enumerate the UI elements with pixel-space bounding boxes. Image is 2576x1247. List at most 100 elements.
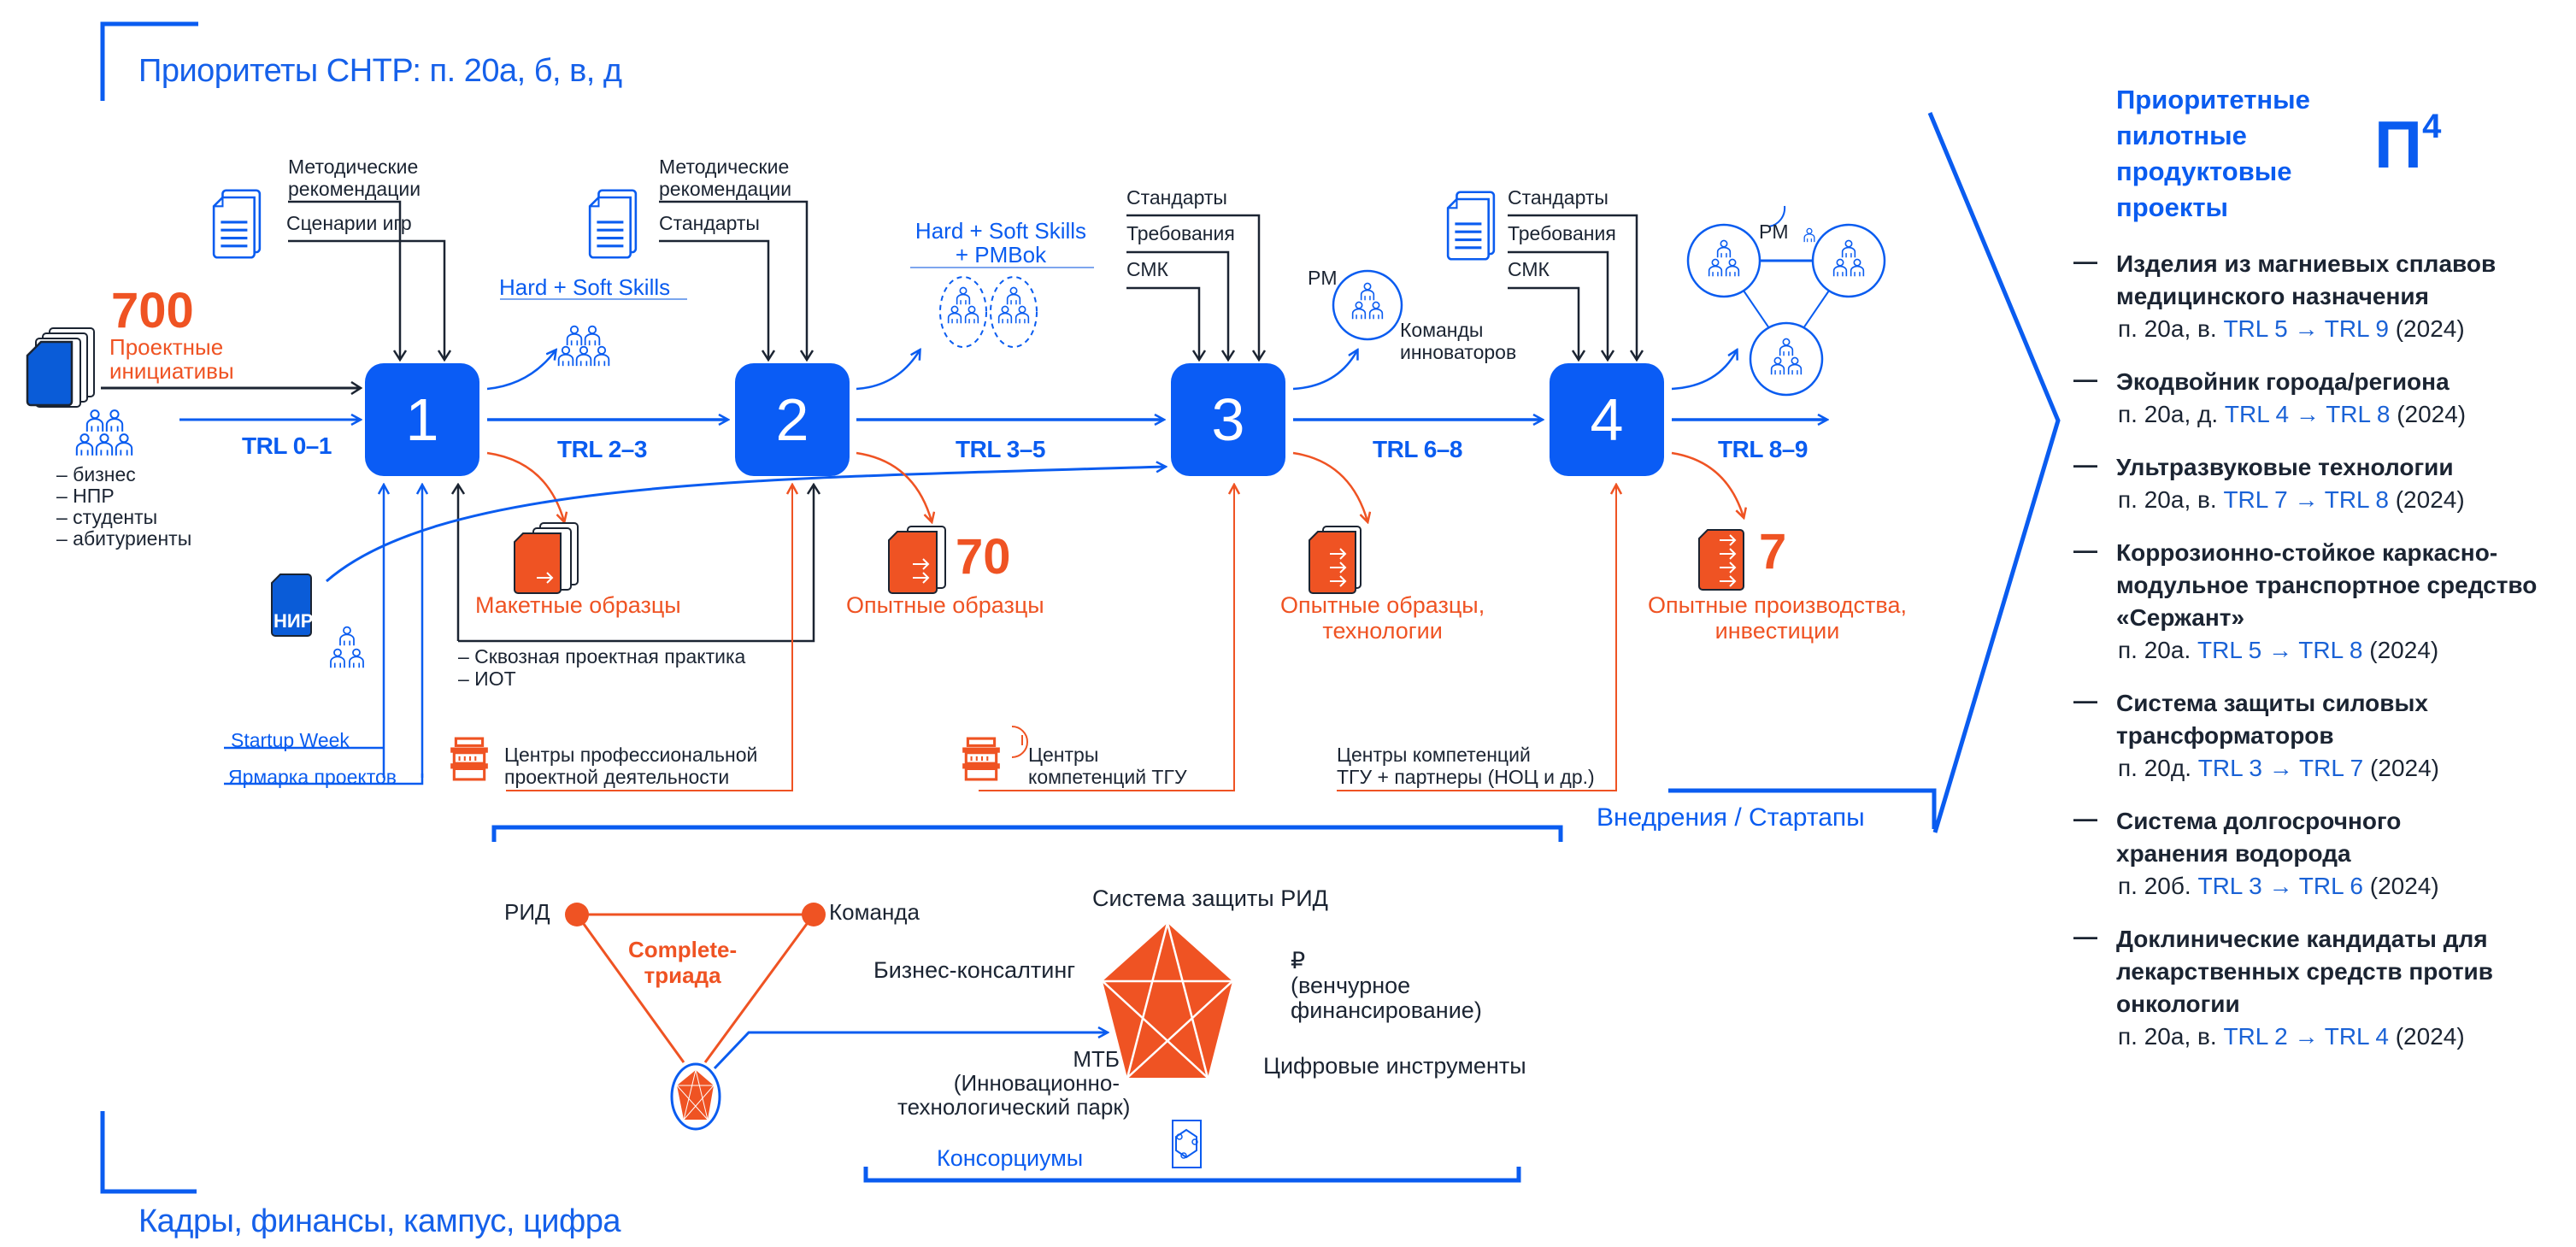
trl-to: TRL 8 (2298, 637, 2363, 663)
ref-clause: п. 20а, в. (2118, 1023, 2217, 1050)
stage-3-teams: Команды инноваторов (1400, 319, 1516, 363)
stage-2-center-line2: компетенций ТГУ (1028, 766, 1187, 788)
stage-2-input-methodical: Методические рекомендации (659, 156, 791, 200)
stage-4-output-line2: инвестиции (1714, 618, 1840, 644)
capabilities-pentagon (1099, 919, 1236, 1081)
pentagon-mtb-line3: технологический парк) (897, 1094, 1131, 1120)
stage-1-center-line1: Центры профессиональной (504, 744, 758, 766)
stage-2-input-line1: Методические (659, 156, 790, 178)
stage-3-output: Опытные образцы, технологии (1280, 592, 1485, 644)
participant-applicants: – абитуриенты (56, 527, 192, 550)
stage-1-support-iot: – ИОТ (458, 668, 516, 690)
list-dash: — (2073, 248, 2097, 274)
pentagon-mtb-line2: (Инновационно- (953, 1070, 1120, 1096)
trl-to: TRL 8 (2324, 486, 2389, 513)
initiatives-label-line1: Проектные (109, 334, 224, 360)
list-dash: — (2073, 366, 2097, 392)
arrow-right-icon: → (2294, 315, 2319, 342)
stage-2-output-count: 70 (956, 529, 1011, 585)
ref-clause: п. 20а, д. (2118, 401, 2219, 427)
arrow-right-icon: → (2268, 755, 2293, 781)
right-panel-title-line3: продуктовые (2116, 156, 2292, 186)
right-panel-title-line4: проекты (2116, 192, 2229, 222)
stage-2-skills-line1: Hard + Soft Skills (915, 218, 1087, 244)
year: (2024) (2395, 1023, 2465, 1050)
pentagon-label-venture: ₽ (венчурное финансирование) (1291, 949, 1482, 1023)
arrow-right-icon: → (2294, 486, 2319, 513)
year: (2024) (2395, 486, 2465, 513)
list-item: — Доклинические кандидаты для лекарствен… (2073, 923, 2569, 1053)
p4-badge: П4 (2374, 106, 2441, 184)
ref-clause: п. 20а, в. (2118, 486, 2217, 513)
stage-1-skills: Hard + Soft Skills (499, 274, 671, 300)
startup-week-link[interactable]: Startup Week (231, 729, 350, 752)
triad-vertex-rid: РИД (504, 899, 550, 925)
ref-clause: п. 20б. (2118, 873, 2191, 899)
ref-clause: п. 20д. (2118, 755, 2191, 781)
pilot-projects-list: — Изделия из магниевых сплавов медицинск… (2073, 248, 2569, 1073)
stage-4-box[interactable]: 4 (1550, 363, 1664, 476)
bottom-title: Кадры, финансы, кампус, цифра (138, 1203, 621, 1239)
list-dash: — (2073, 687, 2097, 714)
list-item: — Коррозионно-стойкое каркасно-модульное… (2073, 537, 2569, 667)
mockup-docs-icon (514, 522, 579, 594)
trl-to: TRL 6 (2298, 873, 2363, 899)
list-item: — Ультразвуковые технологии п. 20а, в. T… (2073, 451, 2569, 516)
stage-1-box[interactable]: 1 (365, 363, 479, 476)
trl-from: TRL 3 (2197, 873, 2262, 899)
project-ref: п. 20а, в. TRL 5 → TRL 9 (2024) (2118, 313, 2569, 345)
stage-1-output: Макетные образцы (475, 592, 681, 618)
top-title: Приоритеты СНТР: п. 20а, б, в, д (138, 53, 622, 89)
trl-from: TRL 5 (2197, 637, 2262, 663)
stage-2-center-line1: Центры (1028, 744, 1099, 766)
pentagon-venture-line2: финансирование) (1291, 997, 1482, 1023)
tech-docs-icon (1309, 526, 1362, 594)
year: (2024) (2397, 401, 2467, 427)
stage-4-pm-label: PM (1759, 221, 1789, 243)
trl-label-8-9: TRL 8–9 (1718, 436, 1808, 462)
initiatives-label-line2: инициативы (109, 358, 234, 384)
stage-2-skills-line2: + PMBok (955, 242, 1047, 268)
right-panel-title-line2: пилотные (2116, 121, 2247, 150)
stage-2-center: Центры компетенций ТГУ (1028, 744, 1187, 788)
trl-label-0-1: TRL 0–1 (242, 432, 332, 459)
stage-3-input-standards: Стандарты (1126, 186, 1227, 209)
ref-clause: п. 20а, в. (2118, 315, 2217, 342)
project-name: Доклинические кандидаты для лекарственны… (2116, 926, 2493, 1017)
arrow-right-icon: → (2268, 873, 2293, 899)
stage-3-input-requirements: Требования (1126, 222, 1235, 244)
people-group-icon (75, 409, 133, 456)
stage-2-input-standards: Стандарты (659, 212, 760, 234)
trl-to: TRL 8 (2326, 401, 2391, 427)
pentagon-label-ip-protection: Система защиты РИД (1092, 885, 1328, 911)
stage-3-box[interactable]: 3 (1171, 363, 1285, 476)
stage-3-center-line2: ТГУ + партнеры (НОЦ и др.) (1337, 766, 1595, 788)
stage-1-center: Центры профессиональной проектной деятел… (504, 744, 757, 788)
stage-4-output: Опытные производства, инвестиции (1648, 592, 1907, 644)
stage-4-input-qms: СМК (1508, 258, 1550, 280)
initiatives-label: Проектные инициативы (109, 335, 234, 383)
consortium-icon (1172, 1120, 1202, 1168)
project-fair-link[interactable]: Ярмарка проектов (228, 766, 397, 789)
trl-label-6-8: TRL 6–8 (1373, 436, 1462, 462)
stage-2-input-line2: рекомендации (659, 178, 792, 200)
bottom-bracket (100, 1111, 197, 1194)
nir-label: НИР (273, 610, 314, 632)
pentagon-venture-line1: (венчурное (1291, 973, 1411, 998)
stage-1-input-line1: Методические (288, 156, 419, 178)
initiatives-docs-icon (26, 327, 95, 408)
stage-1-support: – Сквозная проектная практика – ИОТ (458, 645, 745, 690)
project-name: Ультразвуковые технологии (2116, 454, 2454, 480)
trl-from: TRL 7 (2223, 486, 2288, 513)
project-ref: п. 20б. TRL 3 → TRL 6 (2024) (2118, 870, 2569, 903)
ruble-icon: ₽ (1291, 948, 1306, 973)
right-panel-title-line1: Приоритетные (2116, 85, 2310, 115)
project-ref: п. 20а, д. TRL 4 → TRL 8 (2024) (2118, 398, 2569, 431)
stage-4-input-requirements: Требования (1508, 222, 1616, 244)
project-name: Изделия из магниевых сплавов медицинског… (2116, 250, 2497, 309)
arrow-right-icon: → (2268, 637, 2292, 663)
stage-2-box[interactable]: 2 (735, 363, 850, 476)
p4-letter: П (2374, 107, 2423, 182)
stage-3-output-line2: технологии (1322, 618, 1443, 644)
project-ref: п. 20а. TRL 5 → TRL 8 (2024) (2118, 634, 2569, 667)
